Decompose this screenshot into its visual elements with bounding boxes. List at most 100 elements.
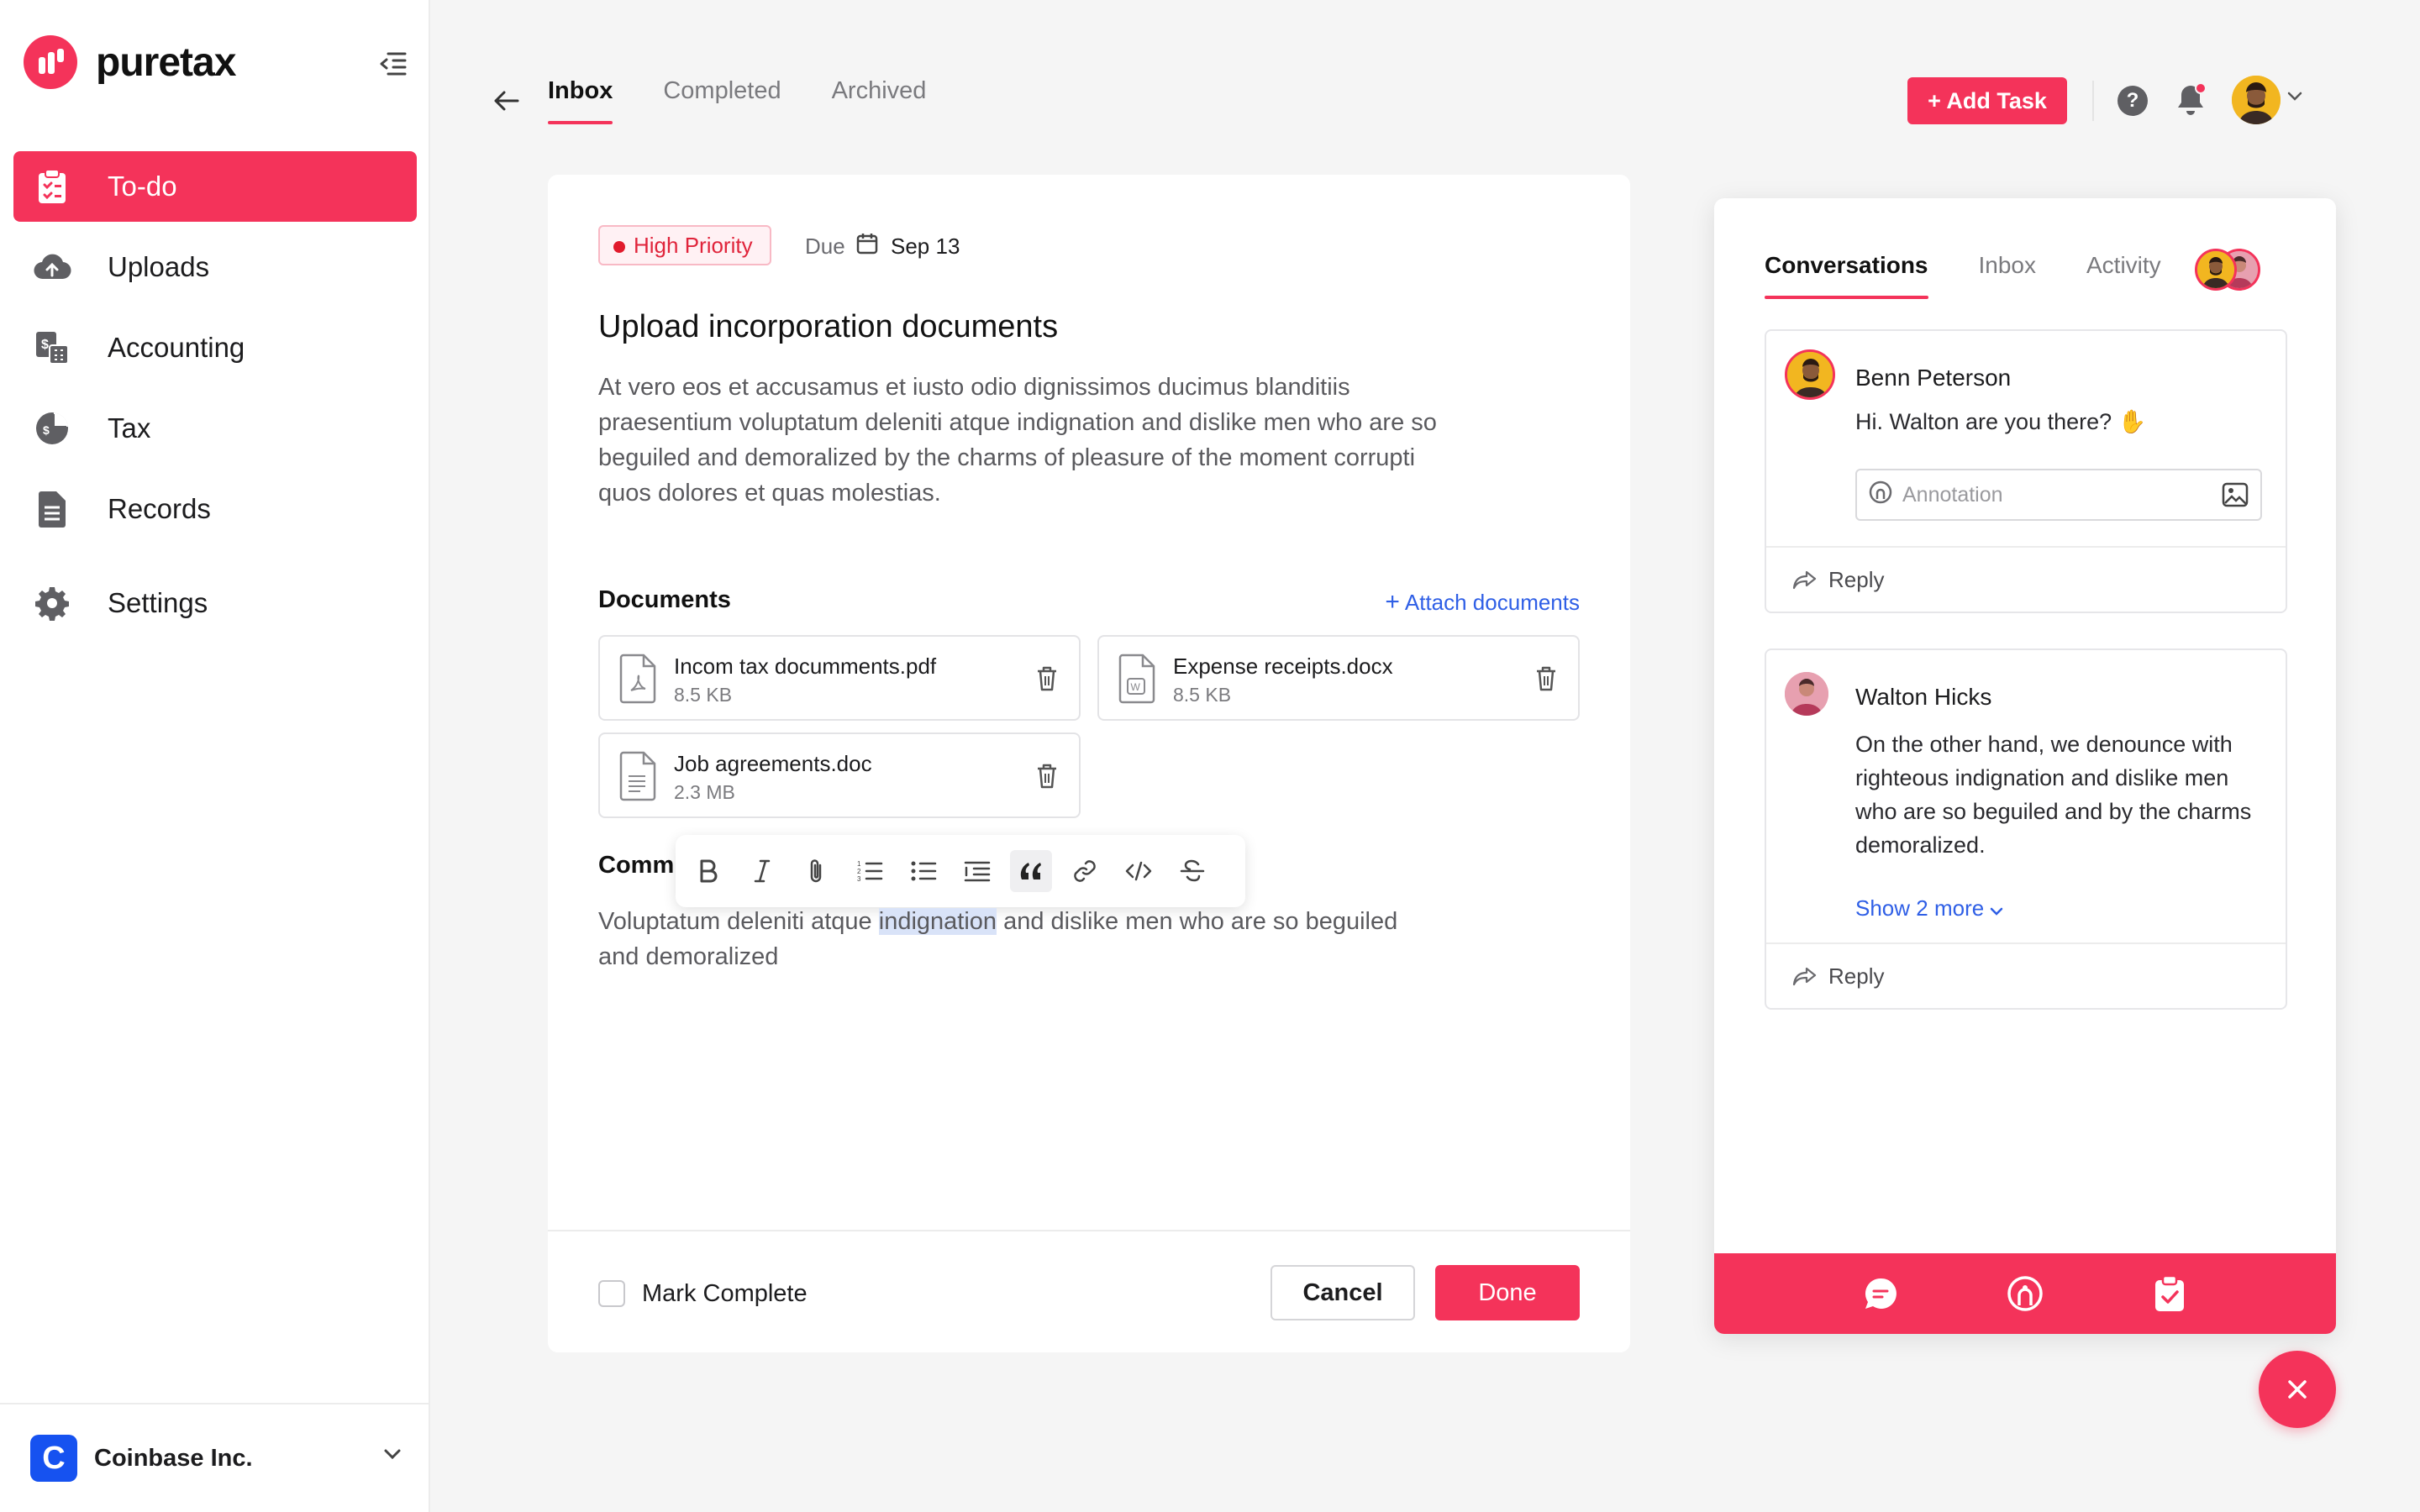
mark-complete-checkbox[interactable] (598, 1280, 625, 1307)
puretax-logo-icon (24, 35, 77, 89)
reply-button[interactable]: Reply (1766, 546, 2286, 612)
attach-documents-link[interactable]: + Attach documents (1385, 588, 1580, 617)
add-task-button[interactable]: + Add Task (1907, 77, 2067, 124)
tab-inbox[interactable]: Inbox (548, 77, 613, 124)
document-name: Incom tax documments.pdf (674, 654, 937, 679)
help-icon[interactable]: ? (2118, 86, 2148, 116)
svg-text:2: 2 (857, 868, 861, 875)
user-avatar[interactable] (2232, 76, 2281, 124)
attach-icon[interactable] (795, 850, 837, 892)
task-footer: Mark Complete Cancel Done (548, 1230, 1630, 1352)
sidebar-nav: To-do Uploads $ Accounting $ Tax Records (13, 151, 417, 648)
tab-conversations[interactable]: Conversations (1765, 252, 1928, 299)
gear-icon (32, 583, 72, 623)
document-name: Job agreements.doc (674, 751, 872, 776)
brand-name: puretax (96, 39, 236, 85)
reply-label: Reply (1828, 566, 1885, 592)
reply-icon (1792, 967, 1817, 986)
link-icon[interactable] (1064, 850, 1106, 892)
company-switcher[interactable]: C Coinbase Inc. (0, 1403, 429, 1512)
chevron-down-icon[interactable] (2287, 91, 2302, 106)
due-date[interactable]: Sep 13 (891, 234, 960, 260)
show-more-link[interactable]: Show 2 more (1855, 895, 2003, 921)
word-file-icon: W (1118, 654, 1156, 704)
pie-chart-icon: $ (32, 408, 72, 449)
annotation-icon (1869, 480, 1892, 510)
message-text: On the other hand, we denounce with righ… (1855, 732, 2252, 858)
company-name: Coinbase Inc. (94, 1444, 253, 1472)
show-more-label: Show 2 more (1855, 895, 1985, 921)
chat-icon[interactable] (1860, 1273, 1901, 1314)
close-panel-button[interactable] (2259, 1351, 2336, 1428)
indent-icon[interactable] (956, 850, 998, 892)
document-size: 8.5 KB (674, 684, 733, 706)
svg-text:3: 3 (857, 875, 861, 883)
collapse-sidebar-icon[interactable] (376, 49, 410, 79)
document-card[interactable]: W Expense receipts.docx 8.5 KB (1097, 635, 1580, 721)
trash-icon[interactable] (1035, 665, 1059, 692)
tab-activity[interactable]: Activity (2086, 252, 2161, 299)
sidebar-item-settings[interactable]: Settings (13, 568, 417, 638)
annotation-placeholder: Annotation (1902, 482, 2003, 507)
tab-completed[interactable]: Completed (663, 77, 781, 124)
trash-icon[interactable] (1035, 763, 1059, 790)
image-upload-icon[interactable] (2222, 482, 2249, 513)
avatar (1785, 349, 1835, 400)
message-author: Walton Hicks (1855, 684, 1992, 710)
sidebar-item-tax[interactable]: $ Tax (13, 393, 417, 464)
notification-dot (2195, 82, 2207, 94)
chevron-down-icon (1991, 907, 2003, 916)
inbox-tabs: Inbox Completed Archived (548, 77, 976, 124)
quote-icon[interactable] (1010, 850, 1052, 892)
avatar (1785, 672, 1828, 716)
done-button[interactable]: Done (1435, 1265, 1580, 1320)
trash-icon[interactable] (1534, 665, 1558, 692)
brand-logo[interactable]: puretax (24, 35, 236, 89)
company-logo: C (30, 1435, 77, 1482)
text-file-icon (618, 751, 657, 801)
back-arrow-icon[interactable] (491, 87, 521, 114)
italic-icon[interactable] (741, 850, 783, 892)
conversation-message: Benn Peterson Hi. Walton are you there? … (1765, 329, 2287, 613)
calculator-icon: $ (32, 328, 72, 368)
code-icon[interactable] (1118, 850, 1160, 892)
strikethrough-icon[interactable] (1171, 850, 1213, 892)
tab-panel-inbox[interactable]: Inbox (1979, 252, 2037, 299)
documents-heading: Documents (598, 586, 731, 613)
comment-editor[interactable]: Voluptatum deleniti atque indignation an… (598, 904, 1439, 974)
annotation-icon[interactable] (2005, 1273, 2045, 1314)
sidebar-item-label: Accounting (108, 332, 245, 363)
annotation-input[interactable]: Annotation (1855, 469, 2262, 521)
document-list-icon (32, 489, 72, 529)
task-description: At vero eos et accusamus et iusto odio d… (598, 374, 1437, 507)
comment-text-before: Voluptatum deleniti atque (598, 908, 879, 935)
attach-documents-label: Attach documents (1404, 590, 1580, 615)
svg-text:1: 1 (857, 860, 861, 868)
sidebar-item-todo[interactable]: To-do (13, 151, 417, 222)
comments-heading: Comm (598, 852, 675, 879)
sidebar-item-accounting[interactable]: $ Accounting (13, 312, 417, 383)
sidebar-item-label: Tax (108, 412, 151, 444)
header-divider (2092, 81, 2094, 121)
tab-archived[interactable]: Archived (832, 77, 927, 124)
sidebar-item-label: Records (108, 493, 211, 524)
reply-icon (1792, 570, 1817, 590)
document-card[interactable]: Incom tax documments.pdf 8.5 KB (598, 635, 1081, 721)
bullet-list-icon[interactable] (902, 850, 944, 892)
plus-icon: + (1385, 588, 1400, 616)
ordered-list-icon[interactable]: 123 (849, 850, 891, 892)
panel-action-bar (1714, 1253, 2336, 1334)
sidebar-item-uploads[interactable]: Uploads (13, 232, 417, 302)
clipboard-check-icon[interactable] (2149, 1273, 2190, 1314)
sidebar: puretax To-do Uploads $ Accounting $ Tax… (0, 0, 430, 1512)
task-title: Upload incorporation documents (598, 309, 1059, 344)
bold-icon[interactable] (687, 850, 729, 892)
sidebar-item-label: To-do (108, 171, 177, 202)
cancel-button[interactable]: Cancel (1270, 1265, 1415, 1320)
document-card[interactable]: Job agreements.doc 2.3 MB (598, 732, 1081, 818)
reply-button[interactable]: Reply (1766, 942, 2286, 1008)
participant-avatar[interactable] (2195, 249, 2237, 291)
sidebar-item-records[interactable]: Records (13, 474, 417, 544)
sidebar-item-label: Uploads (108, 251, 210, 282)
mark-complete-label[interactable]: Mark Complete (642, 1280, 808, 1308)
